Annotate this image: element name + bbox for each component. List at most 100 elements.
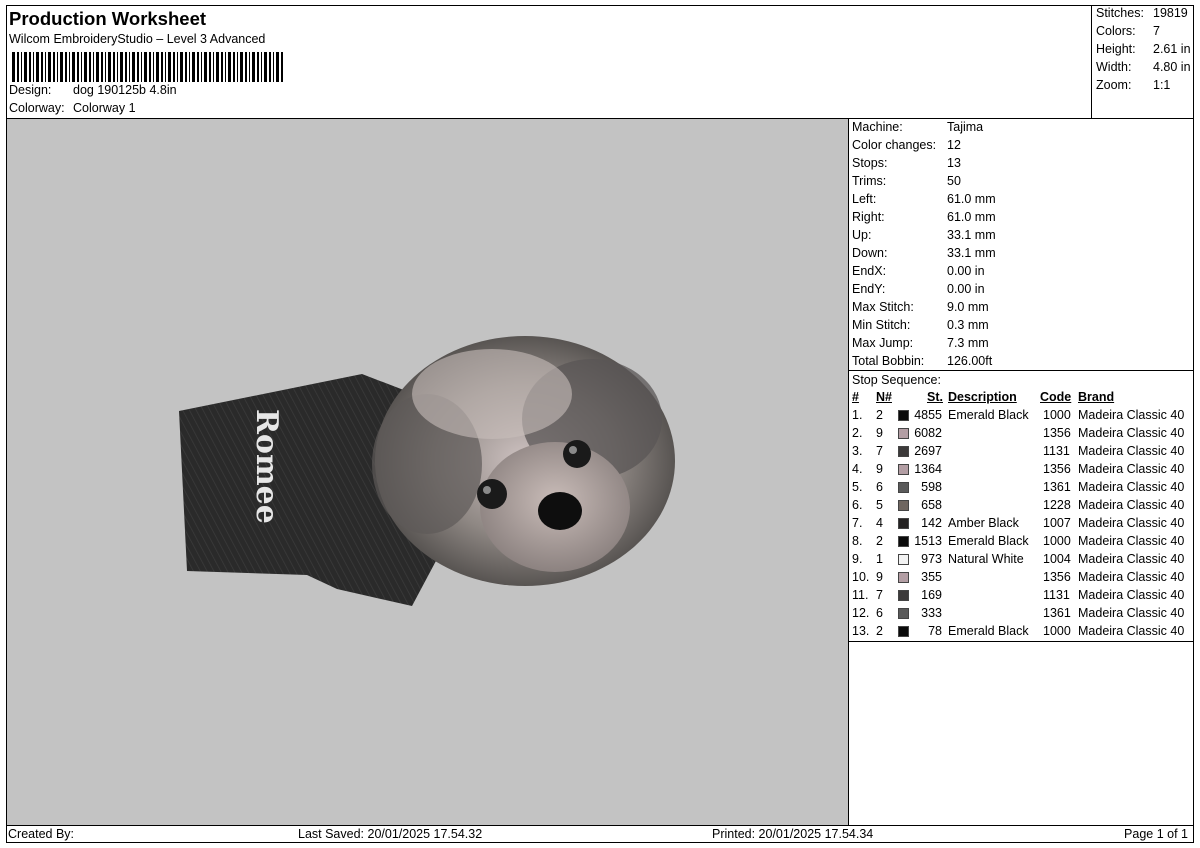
spec-label: Min Stitch:	[852, 318, 911, 332]
table-row: 6. 5 658 1228 Madeira Classic 40	[849, 498, 1194, 516]
spec-label: Trims:	[852, 174, 887, 188]
barcode-bar	[60, 52, 63, 82]
barcode-bar	[245, 52, 247, 82]
spec-value: 0.00 in	[947, 282, 985, 296]
cell-n: 1	[876, 552, 883, 566]
barcode-bar	[29, 52, 31, 82]
cell-description: Amber Black	[948, 516, 1019, 530]
cell-n: 9	[876, 426, 883, 440]
col-header-n: N#	[876, 390, 892, 404]
stat-label: Stitches:	[1096, 6, 1144, 20]
cell-brand: Madeira Classic 40	[1078, 480, 1185, 494]
spec-value: 33.1 mm	[947, 228, 996, 242]
color-swatch	[898, 554, 909, 565]
barcode-bar	[249, 52, 250, 82]
spec-label: Max Stitch:	[852, 300, 914, 314]
cell-n: 2	[876, 534, 883, 548]
barcode-bar	[213, 52, 214, 82]
barcode-bar	[165, 52, 166, 82]
spec-row: Machine: Tajima	[852, 120, 983, 134]
spec-value: 0.00 in	[947, 264, 985, 278]
design-stats: Stitches: 19819 Colors: 7 Height: 2.61 in W…	[1091, 5, 1194, 119]
stat-value: 1:1	[1153, 78, 1171, 92]
cell-brand: Madeira Classic 40	[1078, 606, 1185, 620]
cell-brand: Madeira Classic 40	[1078, 444, 1185, 458]
table-row: 12. 6 333 1361 Madeira Classic 40	[849, 606, 1194, 624]
barcode-bar	[237, 52, 238, 82]
worksheet-header: Production Worksheet Wilcom EmbroiderySt…	[6, 5, 1091, 119]
barcode-bar	[105, 52, 106, 82]
col-header-st: St.	[927, 390, 943, 404]
barcode-bar	[197, 52, 199, 82]
barcode	[12, 52, 283, 82]
spec-label: Stops:	[852, 156, 888, 170]
table-row: 10. 9 355 1356 Madeira Classic 40	[849, 570, 1194, 588]
color-swatch	[898, 482, 909, 493]
table-row: 7. 4 142 Amber Black 1007 Madeira Classic 40	[849, 516, 1194, 534]
stat-label: Zoom:	[1096, 78, 1132, 92]
col-header-num: #	[852, 390, 859, 404]
spec-row: Up: 33.1 mm	[852, 228, 996, 242]
stat-label: Colors:	[1096, 24, 1136, 38]
barcode-bar	[228, 52, 231, 82]
cell-n: 5	[876, 498, 883, 512]
spec-label: Max Jump:	[852, 336, 914, 350]
color-swatch	[898, 608, 909, 619]
color-swatch	[898, 518, 909, 529]
cell-n: 9	[876, 462, 883, 476]
spec-value: 33.1 mm	[947, 246, 996, 260]
last-saved: Last Saved: 20/01/2025 17.54.32	[298, 827, 483, 841]
barcode-bar	[33, 52, 34, 82]
table-divider	[849, 641, 1194, 642]
footer: Created By: Last Saved: 20/01/2025 17.54…	[6, 825, 1194, 844]
barcode-bar	[141, 52, 142, 82]
barcode-bar	[201, 52, 202, 82]
barcode-bar	[276, 52, 279, 82]
dog-nose	[538, 492, 582, 530]
cell-description: Natural White	[948, 552, 1024, 566]
printed-date: Printed: 20/01/2025 17.54.34	[712, 827, 874, 841]
barcode-bar	[144, 52, 147, 82]
col-header-description: Description	[948, 390, 1017, 404]
cell-brand: Madeira Classic 40	[1078, 498, 1185, 512]
created-by: Created By:	[8, 827, 75, 841]
cell-n: 7	[876, 444, 883, 458]
cell-st: 1364	[914, 462, 942, 476]
colorway-row: Colorway: Colorway 1	[9, 101, 136, 115]
barcode-bar	[41, 52, 43, 82]
barcode-bar	[156, 52, 159, 82]
barcode-bar	[21, 52, 22, 82]
spec-value: 9.0 mm	[947, 300, 989, 314]
cell-code: 1228	[1043, 498, 1071, 512]
color-swatch	[898, 410, 909, 421]
barcode-bar	[269, 52, 271, 82]
barcode-bar	[24, 52, 27, 82]
cell-st: 6082	[914, 426, 942, 440]
barcode-bar	[281, 52, 283, 82]
cell-code: 1000	[1043, 534, 1071, 548]
cell-n: 2	[876, 624, 883, 638]
spec-row: Trims: 50	[852, 174, 961, 188]
cell-code: 1361	[1043, 606, 1071, 620]
cell-code: 1361	[1043, 480, 1071, 494]
stat-width: Width: 4.80 in	[1096, 60, 1191, 74]
cell-description: Emerald Black	[948, 534, 1029, 548]
spec-row: Down: 33.1 mm	[852, 246, 996, 260]
cell-num: 13.	[852, 624, 870, 638]
barcode-bar	[12, 52, 15, 82]
spec-label: Right:	[852, 210, 885, 224]
spec-value: Tajima	[947, 120, 984, 134]
barcode-bar	[69, 52, 70, 82]
cell-st: 658	[921, 498, 942, 512]
cell-st: 973	[921, 552, 942, 566]
stat-colors: Colors: 7	[1096, 24, 1160, 38]
spec-row: EndY: 0.00 in	[852, 282, 985, 296]
color-swatch	[898, 626, 909, 637]
spec-value: 7.3 mm	[947, 336, 989, 350]
software-subtitle: Wilcom EmbroideryStudio – Level 3 Advanc…	[9, 32, 266, 46]
barcode-bar	[149, 52, 151, 82]
spec-row: Max Stitch: 9.0 mm	[852, 300, 989, 314]
cell-n: 6	[876, 606, 883, 620]
specs-divider	[849, 370, 1194, 371]
barcode-bar	[180, 52, 183, 82]
